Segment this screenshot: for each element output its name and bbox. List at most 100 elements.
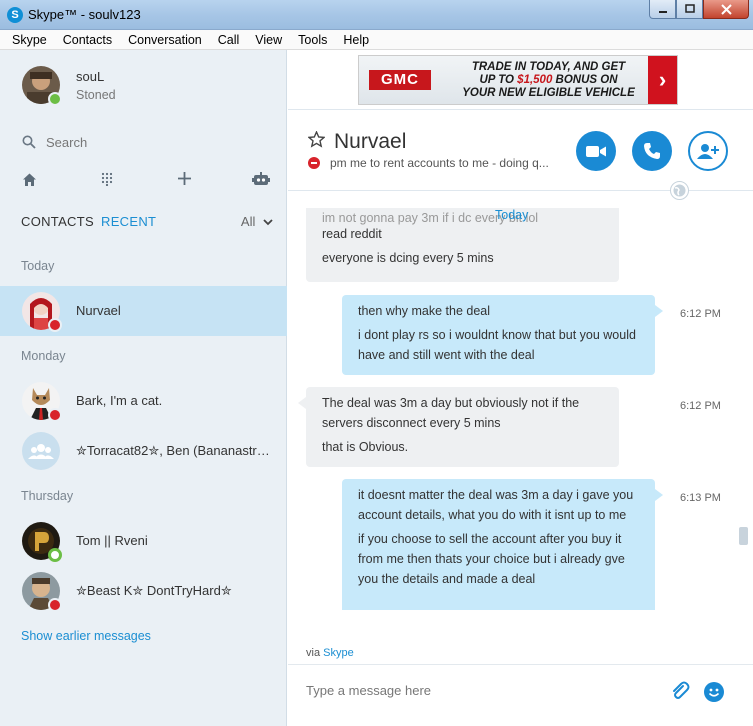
- window-title: Skype™ - soulv123: [28, 7, 141, 22]
- add-icon[interactable]: [175, 172, 193, 190]
- star-icon[interactable]: [307, 130, 326, 153]
- close-icon: [720, 3, 732, 15]
- ad-amount: $1,500: [517, 74, 553, 86]
- filter-label: All: [240, 214, 256, 229]
- ad-line-2-pre: UP TO: [479, 74, 518, 86]
- ad-body: GMC TRADE IN TODAY, AND GET UP TO $1,500…: [359, 56, 649, 104]
- audio-call-button[interactable]: [632, 131, 672, 171]
- tab-recent[interactable]: RECENT: [101, 214, 156, 229]
- attachment-icon[interactable]: [668, 680, 690, 702]
- contact-name: Nurvael: [76, 303, 121, 318]
- message-line: that is Obvious.: [322, 440, 409, 454]
- maximize-icon: [684, 4, 695, 13]
- message-line: if you choose to sell the account after …: [358, 532, 625, 586]
- contact-mood: pm me to rent accounts to me - doing q..…: [308, 156, 563, 170]
- menu-contacts[interactable]: Contacts: [55, 30, 120, 49]
- menu-call[interactable]: Call: [210, 30, 248, 49]
- contact-item-tom[interactable]: Tom || Rveni: [0, 516, 287, 566]
- message-outgoing[interactable]: then why make the deal i dont play rs so…: [342, 295, 663, 375]
- message-timestamp: 6:12 PM: [680, 308, 721, 320]
- divider: [288, 109, 753, 110]
- message-input[interactable]: Type a message here: [306, 683, 431, 698]
- conversation-pane: GMC TRADE IN TODAY, AND GET UP TO $1,500…: [288, 50, 753, 726]
- contact-item-group[interactable]: ✮Torracat82✮, Ben (Bananastr…: [0, 426, 287, 476]
- compose-divider: [288, 664, 753, 665]
- menu-skype[interactable]: Skype: [4, 30, 55, 49]
- maximize-button[interactable]: [676, 0, 703, 19]
- advertisement-banner[interactable]: GMC TRADE IN TODAY, AND GET UP TO $1,500…: [358, 55, 678, 105]
- emoticon-icon[interactable]: [704, 682, 724, 702]
- busy-status-icon: [48, 408, 62, 422]
- message-outgoing[interactable]: it doesnt matter the deal was 3m a day i…: [342, 479, 663, 610]
- search-input[interactable]: Search: [46, 135, 87, 150]
- skype-logo-icon: S: [7, 7, 23, 23]
- tab-contacts[interactable]: CONTACTS: [21, 214, 94, 229]
- contact-title[interactable]: Nurvael: [334, 130, 406, 154]
- contact-item-bark[interactable]: Bark, I'm a cat.: [0, 376, 287, 426]
- date-separator: Today: [495, 208, 529, 222]
- ad-line-3: YOUR NEW ELIGIBLE VEHICLE: [462, 87, 635, 99]
- gmc-logo: GMC: [369, 70, 431, 90]
- message-line: The deal was 3m a day but obviously not …: [322, 396, 580, 430]
- online-status-icon: [48, 548, 62, 562]
- add-people-button[interactable]: [688, 131, 728, 171]
- close-button[interactable]: [703, 0, 749, 19]
- search-box[interactable]: Search: [22, 132, 272, 152]
- contact-name: Tom || Rveni: [76, 533, 148, 548]
- menu-tools[interactable]: Tools: [290, 30, 335, 49]
- scrollbar-thumb[interactable]: [739, 527, 748, 545]
- window-controls: [649, 0, 749, 20]
- ad-line-2: UP TO $1,500 BONUS ON: [451, 74, 646, 87]
- message-timestamp: 6:12 PM: [680, 400, 721, 412]
- message-line: i dont play rs so i wouldnt know that bu…: [358, 328, 636, 362]
- minimize-icon: [658, 11, 667, 13]
- chevron-down-icon: [263, 219, 273, 226]
- contact-name: ✮Beast K✮ DontTryHard✮: [76, 583, 232, 598]
- busy-status-icon: [48, 598, 62, 612]
- contact-item-beast[interactable]: ✮Beast K✮ DontTryHard✮: [0, 566, 287, 616]
- conversation-header: Nurvael: [307, 130, 406, 154]
- ad-arrow-button[interactable]: ›: [648, 56, 677, 104]
- phone-icon: [644, 143, 660, 159]
- menu-help[interactable]: Help: [335, 30, 377, 49]
- contact-tabs: CONTACTS RECENT All: [21, 214, 273, 232]
- message-scrollbar[interactable]: [738, 210, 749, 630]
- ad-text: TRADE IN TODAY, AND GET UP TO $1,500 BON…: [451, 61, 646, 100]
- my-status-online-icon: [48, 92, 62, 106]
- message-list: im not gonna pay 3m if i dc every bit lo…: [288, 208, 753, 610]
- message-incoming[interactable]: im not gonna pay 3m if i dc every bit lo…: [306, 208, 619, 282]
- ad-line-2-post: BONUS ON: [552, 74, 618, 86]
- my-profile[interactable]: [22, 66, 62, 106]
- dialpad-icon[interactable]: [98, 172, 116, 190]
- globe-icon: [670, 181, 689, 200]
- message-line: it doesnt matter the deal was 3m a day i…: [358, 488, 634, 522]
- menu-view[interactable]: View: [247, 30, 290, 49]
- contact-item-nurvael[interactable]: Nurvael: [0, 286, 287, 336]
- via-skype-link[interactable]: Skype: [323, 647, 354, 659]
- contact-name: Bark, I'm a cat.: [76, 393, 163, 408]
- message-incoming[interactable]: The deal was 3m a day but obviously not …: [298, 387, 619, 467]
- search-icon: [22, 135, 36, 149]
- via-skype-label: via Skype: [306, 647, 354, 659]
- title-bar: S Skype™ - soulv123: [0, 0, 753, 30]
- show-earlier-messages-link[interactable]: Show earlier messages: [21, 629, 151, 643]
- ad-line-1: TRADE IN TODAY, AND GET: [471, 61, 626, 73]
- menu-conversation[interactable]: Conversation: [120, 30, 210, 49]
- contact-mood-text: pm me to rent accounts to me - doing q..…: [330, 156, 549, 170]
- filter-dropdown[interactable]: All: [241, 214, 273, 229]
- via-prefix: via: [306, 647, 324, 659]
- bot-icon[interactable]: [252, 172, 270, 190]
- add-person-icon: [697, 144, 719, 159]
- profile-mood[interactable]: Stoned: [76, 88, 116, 102]
- profile-name[interactable]: souL: [76, 69, 104, 84]
- section-thursday: Thursday: [21, 489, 74, 503]
- busy-status-icon: [48, 318, 62, 332]
- minimize-button[interactable]: [649, 0, 676, 19]
- home-icon[interactable]: [20, 172, 38, 190]
- message-timestamp: 6:13 PM: [680, 492, 721, 504]
- section-monday: Monday: [21, 349, 66, 363]
- contact-name: ✮Torracat82✮, Ben (Bananastr…: [76, 443, 270, 458]
- video-call-button[interactable]: [576, 131, 616, 171]
- message-line: everyone is dcing every 5 mins: [322, 251, 494, 265]
- section-today: Today: [21, 259, 55, 273]
